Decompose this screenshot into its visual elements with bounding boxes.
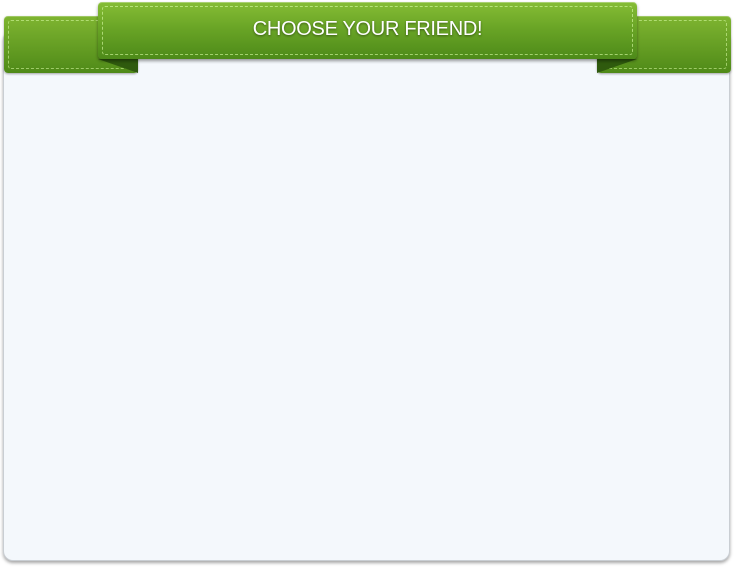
friend-list-area	[14, 111, 729, 581]
dialog-panel	[3, 30, 730, 561]
choose-friend-dialog: CHOOSE YOUR FRIEND!	[0, 0, 735, 567]
dialog-title: CHOOSE YOUR FRIEND!	[252, 18, 483, 40]
ribbon-fold-left	[98, 59, 138, 73]
title-ribbon: CHOOSE YOUR FRIEND!	[98, 2, 637, 59]
ribbon-fold-right	[597, 59, 637, 73]
